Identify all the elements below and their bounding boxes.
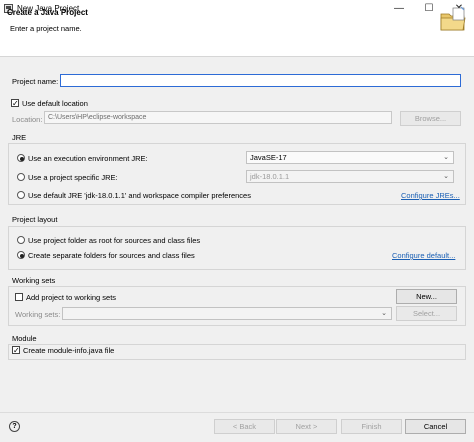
finish-button[interactable]: Finish [341, 419, 402, 434]
jre-default-label: Use default JRE 'jdk-18.0.1.1' and works… [28, 191, 251, 200]
jre-group-title: JRE [12, 133, 27, 142]
layout-root-radio[interactable] [17, 236, 25, 244]
working-sets-group-title: Working sets [12, 276, 56, 285]
jre-default-radio[interactable] [17, 191, 25, 199]
select-working-sets-button[interactable]: Select... [396, 306, 457, 321]
wizard-subtitle: Enter a project name. [10, 24, 82, 33]
working-sets-select[interactable]: ⌄ [62, 307, 392, 320]
jre-env-radio[interactable] [17, 154, 25, 162]
module-group-title: Module [12, 334, 37, 343]
chevron-down-icon: ⌄ [443, 154, 449, 161]
jre-specific-label: Use a project specific JRE: [28, 173, 118, 182]
chevron-down-icon: ⌄ [443, 173, 449, 180]
create-module-info-checkbox[interactable]: ✓ [12, 346, 20, 355]
next-button[interactable]: Next > [276, 419, 337, 434]
help-icon[interactable]: ? [9, 421, 20, 432]
location-label: Location: [12, 115, 43, 124]
footer-divider [0, 412, 474, 413]
browse-button[interactable]: Browse... [400, 111, 461, 126]
add-to-working-sets-label: Add project to working sets [26, 293, 117, 302]
layout-root-label: Use project folder as root for sources a… [28, 236, 201, 245]
add-to-working-sets-checkbox[interactable] [15, 293, 23, 301]
create-module-info-label: Create module-info.java file [23, 346, 115, 355]
jre-env-label: Use an execution environment JRE: [28, 154, 148, 163]
layout-separate-radio[interactable] [17, 251, 25, 259]
cancel-button[interactable]: Cancel [405, 419, 466, 434]
minimize-button[interactable]: — [384, 0, 414, 17]
use-default-location-label: Use default location [22, 99, 88, 108]
jre-env-select[interactable]: JavaSE-17 ⌄ [246, 151, 454, 164]
layout-group [8, 226, 466, 270]
jre-specific-radio[interactable] [17, 173, 25, 181]
project-name-label: Project name: [12, 77, 59, 86]
layout-group-title: Project layout [12, 215, 58, 224]
back-button[interactable]: < Back [214, 419, 275, 434]
wizard-banner [0, 17, 474, 57]
location-input[interactable]: C:\Users\HP\eclipse-workspace [44, 111, 392, 124]
jre-env-value: JavaSE-17 [250, 153, 287, 162]
project-name-input[interactable] [60, 74, 461, 87]
jre-specific-value: jdk-18.0.1.1 [250, 172, 290, 181]
configure-jres-link[interactable]: Configure JREs... [401, 191, 460, 200]
layout-separate-label: Create separate folders for sources and … [28, 251, 195, 260]
configure-default-link[interactable]: Configure default... [392, 251, 455, 260]
new-folder-icon [440, 6, 466, 31]
jre-specific-select[interactable]: jdk-18.0.1.1 ⌄ [246, 170, 454, 183]
new-working-set-button[interactable]: New... [396, 289, 457, 304]
use-default-location-checkbox[interactable]: ✓ [11, 99, 19, 108]
wizard-title: Create a Java Project [7, 8, 88, 17]
working-sets-label: Working sets: [15, 310, 61, 319]
chevron-down-icon: ⌄ [381, 310, 387, 317]
